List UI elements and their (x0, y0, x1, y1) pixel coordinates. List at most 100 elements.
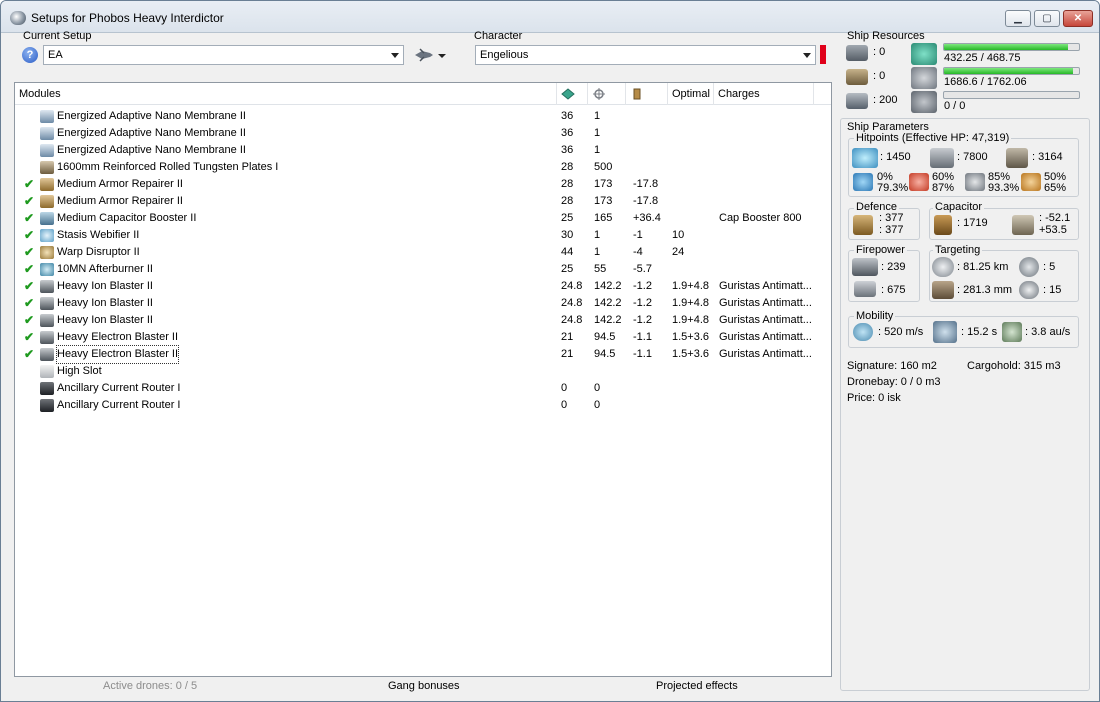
checkmark-icon[interactable]: ✔ (24, 176, 36, 193)
module-row[interactable]: ✔ Heavy Ion Blaster II 24.8 142.2 -1.2 1.9+4.… (15, 295, 831, 312)
module-row[interactable]: Ancillary Current Router I 0 0 (15, 397, 831, 414)
module-powergrid: 142.2 (594, 280, 622, 292)
price-value: Price: 0 isk (847, 392, 901, 404)
module-cpu: 44 (561, 246, 574, 258)
module-charges: Cap Booster 800 (719, 212, 802, 224)
module-powergrid: 1 (594, 246, 601, 258)
module-row[interactable]: Energized Adaptive Nano Membrane II 36 1 (15, 108, 831, 125)
character-select[interactable]: Engelious (475, 45, 816, 65)
powergrid-value: 1686.6 / 1762.06 (944, 76, 1027, 88)
module-capacitor: -1 (633, 229, 643, 241)
module-name: Medium Armor Repairer II (57, 195, 183, 207)
help-icon[interactable]: ? (22, 47, 38, 63)
drone-bandwidth-value: 0 / 0 (944, 100, 966, 112)
modules-header: Modules Optimal Charges (15, 83, 831, 105)
minimize-button[interactable]: ▁ (1005, 10, 1031, 27)
module-row[interactable]: ✔ Medium Armor Repairer II 28 173 -17.8 (15, 176, 831, 193)
module-row[interactable]: ✔ Heavy Ion Blaster II 24.8 142.2 -1.2 1.9+4.… (15, 278, 831, 295)
module-row[interactable]: Energized Adaptive Nano Membrane II 36 1 (15, 142, 831, 159)
module-name: Heavy Ion Blaster II (57, 280, 153, 292)
module-capacitor: -17.8 (633, 178, 659, 190)
max-targets-icon (1019, 257, 1039, 277)
module-cpu: 24.8 (561, 280, 583, 292)
fitting-window: Setups for Phobos Heavy Interdictor ▁ ▢ … (0, 0, 1100, 702)
structure-icon (1006, 148, 1028, 168)
module-capacitor (633, 125, 673, 142)
defence-b: : 377 (879, 224, 904, 236)
module-powergrid: 142.2 (594, 297, 622, 309)
checkmark-icon[interactable]: ✔ (24, 278, 36, 295)
column-header-optimal[interactable]: Optimal (668, 83, 714, 105)
module-row[interactable]: Ancillary Current Router I 0 0 (15, 380, 831, 397)
column-header-modules[interactable]: Modules (15, 83, 557, 105)
module-cpu (561, 363, 591, 380)
thermal-resist-icon (909, 173, 929, 191)
checkmark-icon[interactable]: ✔ (24, 227, 36, 244)
column-header-cpu[interactable] (557, 83, 588, 105)
module-powergrid: 0 (594, 382, 601, 394)
module-row[interactable]: ✔ Warp Disruptor II 44 1 -4 24 (15, 244, 831, 261)
checkmark-icon[interactable]: ✔ (24, 193, 36, 210)
ship-menu-icon[interactable] (414, 48, 434, 62)
module-capacitor: -1.2 (633, 280, 652, 292)
module-name: Heavy Ion Blaster II (57, 314, 153, 326)
module-row[interactable]: ✔ Heavy Electron Blaster II 21 94.5 -1.1 1.5+… (15, 329, 831, 346)
ship-menu-chevron-icon[interactable] (438, 54, 446, 58)
checkmark-icon[interactable]: ✔ (24, 244, 36, 261)
setup-select-value: EA (48, 49, 63, 61)
rig-icon (40, 399, 54, 412)
rig-icon (40, 382, 54, 395)
modules-list[interactable]: Modules Optimal Charges Energized Adapti… (14, 82, 832, 677)
checkmark-icon[interactable]: ✔ (24, 329, 36, 346)
module-row[interactable]: 1600mm Reinforced Rolled Tungsten Plates… (15, 159, 831, 176)
column-header-charges[interactable]: Charges (714, 83, 814, 105)
module-row[interactable]: ✔ Medium Armor Repairer II 28 173 -17.8 (15, 193, 831, 210)
speed-value: : 520 m/s (878, 326, 924, 338)
module-charges (719, 176, 824, 193)
gang-bonuses-tab[interactable]: Gang bonuses (388, 680, 460, 692)
module-row[interactable]: ✔ Heavy Electron Blaster II 21 94.5 -1.1 1.5+… (15, 345, 831, 364)
projected-effects-tab[interactable]: Projected effects (656, 680, 738, 692)
capacitor-delta-a: : -52.1 (1039, 212, 1071, 224)
module-row[interactable]: Energized Adaptive Nano Membrane II 36 1 (15, 125, 831, 142)
mobility-title: Mobility (854, 310, 896, 322)
close-button[interactable]: ✕ (1063, 10, 1093, 27)
dronebay-value: Dronebay: 0 / 0 m3 (847, 376, 941, 388)
module-optimal (672, 125, 716, 142)
module-powergrid: 0 (594, 399, 601, 411)
turret-hardpoints: : 0 (873, 46, 886, 58)
blaster-icon (40, 314, 54, 327)
module-cpu: 24.8 (561, 314, 583, 326)
column-header-powergrid[interactable] (588, 83, 626, 105)
app-icon (10, 11, 26, 25)
checkmark-icon[interactable]: ✔ (24, 295, 36, 312)
volley-value: : 675 (881, 284, 906, 296)
launcher-hardpoints: : 0 (873, 70, 886, 82)
checkmark-icon[interactable]: ✔ (24, 261, 36, 278)
powergrid-resource-icon (911, 67, 937, 89)
capacitor-icon (633, 88, 641, 100)
module-row[interactable]: ✔ Stasis Webifier II 30 1 -1 10 (15, 227, 831, 244)
module-row[interactable]: ✔ Heavy Ion Blaster II 24.8 142.2 -1.2 1.9+4.… (15, 312, 831, 329)
column-header-capacitor[interactable] (626, 83, 668, 105)
module-row[interactable]: High Slot (15, 363, 831, 380)
capacitor-icon (934, 215, 952, 235)
checkmark-icon[interactable]: ✔ (24, 312, 36, 329)
module-optimal: 10 (672, 229, 685, 241)
module-row[interactable]: ✔ 10MN Afterburner II 25 55 -5.7 (15, 261, 831, 278)
module-name: Energized Adaptive Nano Membrane II (57, 127, 246, 139)
setup-select[interactable]: EA (43, 45, 404, 65)
explosive-resist-b: 65% (1044, 182, 1067, 194)
maximize-button[interactable]: ▢ (1034, 10, 1060, 27)
cpu-icon (561, 88, 575, 100)
shield-hp: : 1450 (880, 151, 911, 163)
kinetic-resist-icon (965, 173, 985, 191)
module-capacitor: -1.2 (633, 297, 652, 309)
module-name: Energized Adaptive Nano Membrane II (57, 144, 246, 156)
module-row[interactable]: ✔ Medium Capacitor Booster II 25 165 +36.4 Ca… (15, 210, 831, 227)
module-cpu: 0 (561, 399, 568, 411)
blaster-icon (40, 280, 54, 293)
module-charges (719, 363, 824, 380)
checkmark-icon[interactable]: ✔ (24, 210, 36, 227)
checkmark-icon[interactable]: ✔ (24, 346, 36, 363)
